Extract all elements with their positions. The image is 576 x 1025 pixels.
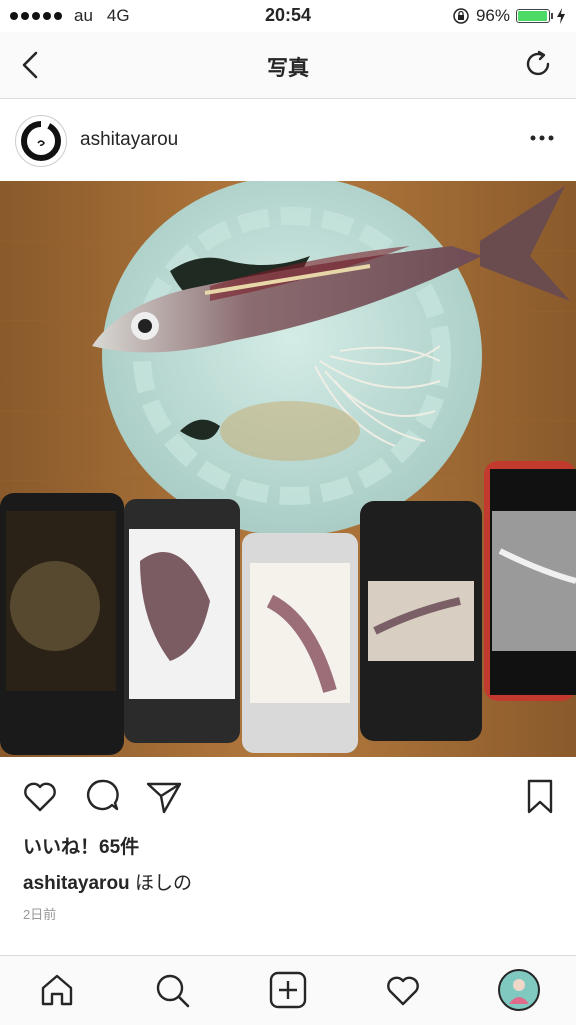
post-time: 2日前 <box>23 907 57 922</box>
likes-count[interactable]: いいね！65件 <box>23 832 139 859</box>
add-icon <box>269 971 307 1009</box>
nav-bar: 写真 <box>0 32 576 99</box>
refresh-icon <box>526 50 550 76</box>
battery-icon <box>516 9 553 23</box>
charging-bolt-icon <box>557 8 565 24</box>
tab-search[interactable] <box>152 970 192 1010</box>
share-icon <box>146 782 182 814</box>
save-button[interactable] <box>520 776 560 816</box>
tab-bar <box>0 955 576 1025</box>
tab-add[interactable] <box>268 970 308 1010</box>
home-icon <box>41 974 73 1006</box>
heart-icon <box>387 976 419 1006</box>
post-header: ashitayarou <box>0 99 576 181</box>
comment-button[interactable] <box>82 776 122 816</box>
search-icon <box>156 974 190 1008</box>
post-caption: ashitayarou ほしの <box>23 868 192 895</box>
refresh-button[interactable] <box>522 48 554 80</box>
status-bar: au 4G 20:54 96% <box>0 0 576 32</box>
user-avatar[interactable] <box>15 115 67 167</box>
comment-icon <box>87 779 119 811</box>
profile-avatar-icon <box>498 969 540 1011</box>
battery-percent: 96% <box>475 6 510 25</box>
bookmark-icon <box>527 779 553 814</box>
tab-activity[interactable] <box>383 970 423 1010</box>
heart-icon <box>24 782 56 812</box>
tab-profile[interactable] <box>497 968 541 1012</box>
rotation-lock-icon <box>453 8 469 24</box>
fish-plate-photo <box>0 181 576 757</box>
like-button[interactable] <box>20 776 60 816</box>
page-title: 写真 <box>267 57 309 80</box>
post-username[interactable]: ashitayarou <box>80 129 178 151</box>
post-actions <box>0 770 576 820</box>
more-dots-icon <box>530 135 554 141</box>
share-button[interactable] <box>144 776 184 816</box>
caption-username[interactable]: ashitayarou <box>23 873 130 894</box>
post-photo[interactable] <box>0 181 576 757</box>
caption-text: ほしの <box>134 873 192 894</box>
more-options-button[interactable] <box>530 133 554 143</box>
status-right: 96% <box>452 6 566 26</box>
tab-home[interactable] <box>37 970 77 1010</box>
